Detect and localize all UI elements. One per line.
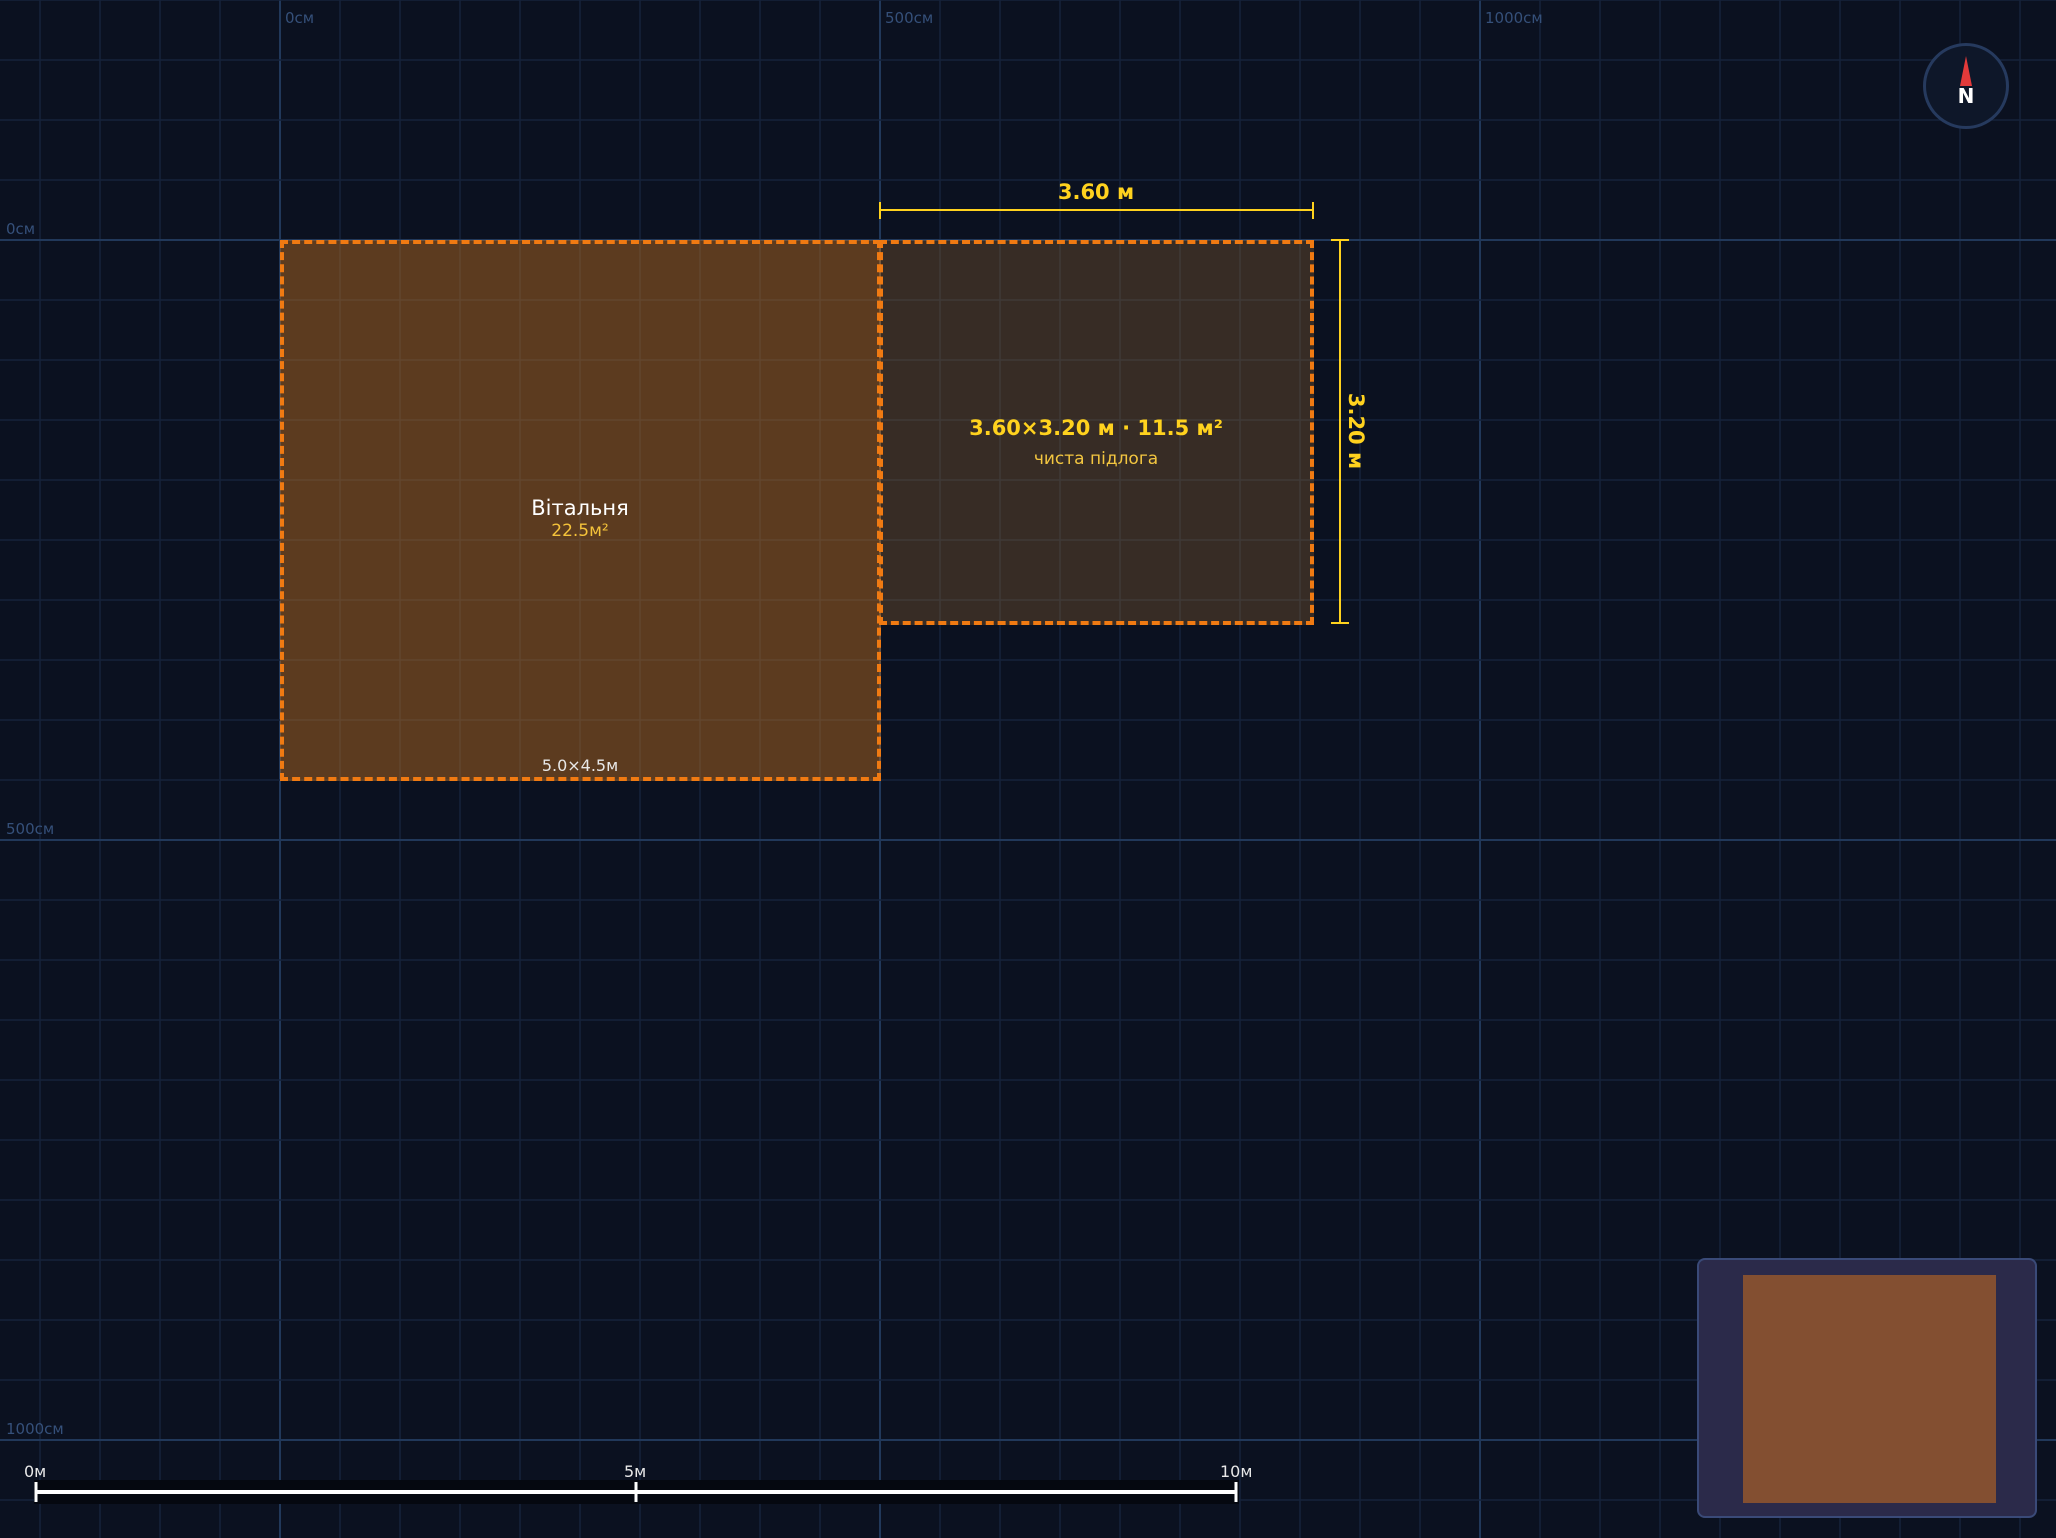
scale-label-10: 10м	[1220, 1462, 1253, 1481]
room-name: Вітальня	[531, 496, 629, 520]
floor-plan-canvas[interactable]: 0см 500см 1000см 0см 500см 1000см Віталь…	[0, 0, 2056, 1538]
room-area: 22.5м²	[551, 521, 609, 541]
draft-room-dimensions: 3.60×3.20 м · 11.5 м²	[969, 416, 1223, 440]
draft-room-subtitle: чиста підлога	[1033, 449, 1159, 469]
y-axis-label-0: 0см	[6, 220, 36, 238]
room-dimensions: 5.0×4.5м	[541, 756, 619, 775]
y-axis-label-1000: 1000см	[6, 1420, 64, 1438]
y-axis-label-500: 500см	[6, 820, 55, 838]
x-axis-label-1000: 1000см	[1485, 9, 1543, 27]
dimension-height-label: 3.20 м	[1344, 392, 1368, 470]
compass[interactable]: N	[1923, 43, 2009, 129]
minimap[interactable]	[1697, 1258, 2037, 1518]
compass-label: N	[1957, 84, 1975, 108]
x-axis-label-0: 0см	[285, 9, 315, 27]
dimension-width-label: 3.60 м	[1057, 180, 1135, 204]
minimap-room	[1743, 1275, 1996, 1503]
x-axis-label-500: 500см	[885, 9, 934, 27]
scale-label-0: 0м	[24, 1462, 47, 1481]
scale-label-5: 5м	[624, 1462, 647, 1481]
